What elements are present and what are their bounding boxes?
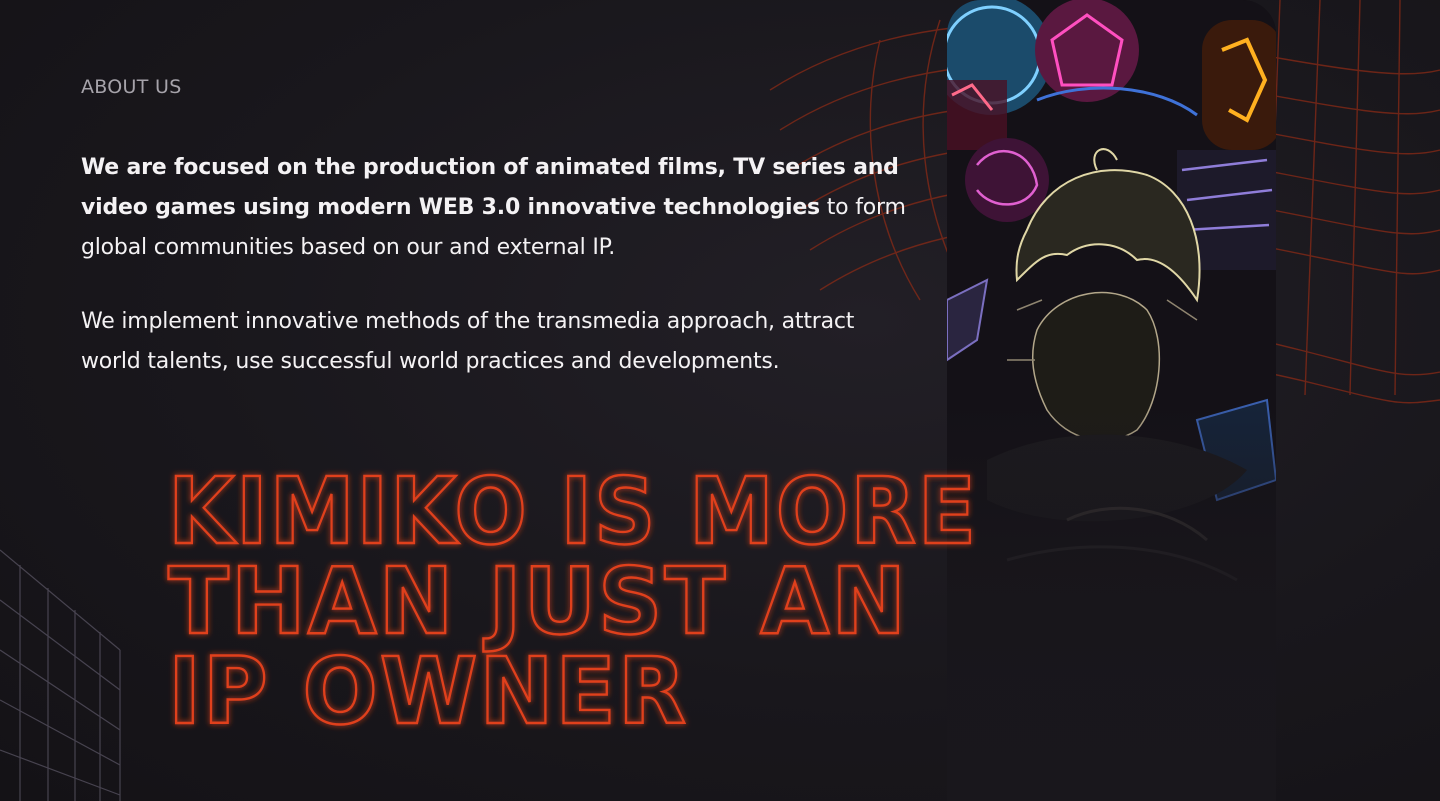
headline-line-3: IP OWNER (168, 638, 688, 745)
approach-paragraph: We implement innovative methods of the t… (81, 309, 855, 374)
section-label: ABOUT US (81, 76, 182, 98)
about-section: ABOUT US We are focused on the productio… (0, 0, 1440, 801)
neon-headline: KIMIKO IS MORE THAN JUST AN IP OWNER (167, 457, 977, 746)
intro-paragraph: We are focused on the production of anim… (81, 148, 911, 268)
intro-bold-text: We are focused on the production of anim… (81, 155, 899, 220)
perspective-grid-decoration (0, 549, 121, 801)
